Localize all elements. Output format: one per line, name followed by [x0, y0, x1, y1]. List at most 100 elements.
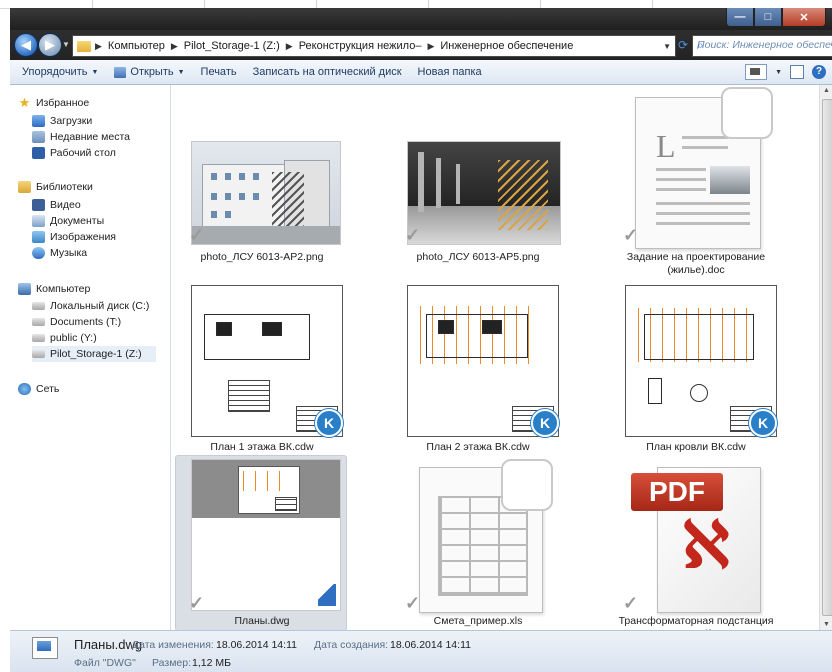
network-drive-icon [32, 334, 45, 342]
nav-label: Pilot_Storage-1 (Z:) [50, 348, 142, 360]
kompas-icon: K [749, 409, 777, 437]
nav-music[interactable]: Музыка [32, 245, 87, 261]
doc-fold-corner [721, 87, 773, 139]
acrobat-icon: ℵ [682, 509, 730, 581]
nav-favorites[interactable]: ★ Избранное [18, 95, 90, 111]
search-input[interactable]: Поиск: Инженерное обеспеч... ⌕ [692, 35, 832, 57]
new-folder-button[interactable]: Новая папка [410, 60, 490, 84]
nav-drive-z[interactable]: Pilot_Storage-1 (Z:) [32, 346, 156, 362]
size-value: 1,12 МБ [192, 657, 231, 669]
nav-recent[interactable]: Недавние места [32, 129, 130, 145]
window-controls: — □ ✕ [726, 8, 826, 27]
nav-label: Изображения [50, 231, 116, 243]
nav-label: Компьютер [36, 283, 91, 295]
dwg-file-icon [32, 637, 58, 659]
breadcrumb-current[interactable]: Инженерное обеспечение [440, 40, 573, 52]
recent-places-icon [32, 131, 45, 143]
explorer-window: — □ ✕ ◀ ▶ ▼ ▶ Компьютер ▶ Pilot_Storage-… [10, 8, 832, 672]
checkmark-icon[interactable]: ✓ [623, 225, 638, 246]
address-bar[interactable]: ▶ Компьютер ▶ Pilot_Storage-1 (Z:) ▶ Рек… [72, 35, 676, 57]
close-button[interactable]: ✕ [782, 8, 826, 27]
scroll-down-icon[interactable]: ▼ [823, 621, 830, 628]
breadcrumb-project[interactable]: Реконструкция нежило– [299, 40, 422, 52]
nav-label: public (Y:) [50, 332, 97, 344]
nav-images[interactable]: Изображения [32, 229, 116, 245]
file-name: Планы.dwg [234, 615, 290, 627]
organize-button[interactable]: Упорядочить ▼ [14, 60, 106, 84]
chevron-down-icon: ▼ [177, 68, 185, 76]
nav-drive-y[interactable]: public (Y:) [32, 330, 97, 346]
nav-label: Сеть [36, 383, 60, 395]
spreadsheet-grid [438, 496, 528, 596]
drive-icon [32, 302, 45, 310]
maximize-button[interactable]: □ [754, 8, 782, 27]
file-name: Смета_пример.xls [433, 615, 523, 627]
scroll-up-icon[interactable]: ▲ [823, 87, 830, 94]
help-icon[interactable]: ? [812, 65, 826, 79]
chevron-right-icon[interactable]: ▶ [95, 41, 102, 52]
exterior-stairs [272, 172, 304, 228]
nav-network[interactable]: Сеть [18, 381, 59, 397]
breadcrumb-computer[interactable]: Компьютер [108, 40, 165, 52]
nav-documents[interactable]: Документы [32, 213, 104, 229]
nav-video[interactable]: Видео [32, 197, 81, 213]
nav-drive-t[interactable]: Documents (T:) [32, 314, 121, 330]
roof-plan [644, 314, 754, 360]
change-view-button[interactable] [745, 64, 768, 80]
nav-drive-c[interactable]: Локальный диск (C:) [32, 298, 149, 314]
checkmark-icon[interactable]: ✓ [405, 593, 420, 614]
file-name: photo_ЛСУ 6013-АР2.png [200, 251, 324, 263]
address-dropdown-icon[interactable]: ▼ [663, 42, 671, 51]
image-thumbnail [191, 141, 341, 245]
minimize-button[interactable]: — [726, 8, 754, 27]
nav-computer[interactable]: Компьютер [18, 281, 90, 297]
back-button[interactable]: ◀ [14, 33, 38, 57]
checkmark-icon[interactable]: ✓ [623, 593, 638, 614]
bg-gridline [316, 0, 317, 8]
video-icon [32, 199, 45, 211]
breadcrumb-drive[interactable]: Pilot_Storage-1 (Z:) [184, 40, 280, 52]
file-name: План 2 этажа ВК.cdw [426, 441, 530, 453]
bg-gridline [652, 0, 653, 8]
open-app-icon [114, 66, 127, 78]
chevron-right-icon[interactable]: ▶ [427, 41, 434, 52]
vertical-scrollbar[interactable]: ▲ ▼ [819, 85, 832, 630]
nav-label: Видео [50, 199, 81, 211]
file-name: План 1 этажа ВК.cdw [210, 441, 314, 453]
floor-plan [204, 314, 310, 360]
open-label: Открыть [130, 66, 174, 78]
checkmark-icon[interactable]: ✓ [189, 593, 204, 614]
detail-circle [690, 384, 708, 402]
checkmark-icon[interactable]: ✓ [189, 225, 204, 246]
burn-disc-button[interactable]: Записать на оптический диск [245, 60, 410, 84]
kompas-icon: K [315, 409, 343, 437]
chevron-down-icon: ▼ [91, 68, 99, 76]
created-value: 18.06.2014 14:11 [390, 639, 471, 651]
forward-button[interactable]: ▶ [38, 33, 62, 57]
recent-pages-dropdown[interactable]: ▼ [62, 40, 70, 49]
chevron-right-icon[interactable]: ▶ [286, 41, 293, 52]
file-type: Файл "DWG" [74, 657, 136, 669]
preview-pane-button[interactable] [790, 65, 804, 79]
music-icon [32, 247, 45, 259]
nav-downloads[interactable]: Загрузки [32, 113, 92, 129]
print-button[interactable]: Печать [193, 60, 245, 84]
open-button[interactable]: Открыть ▼ [106, 60, 192, 84]
checkmark-icon[interactable]: ✓ [405, 225, 420, 246]
chevron-down-icon[interactable]: ▼ [775, 69, 782, 76]
pdf-badge: PDF [631, 473, 723, 511]
nav-label: Рабочий стол [50, 147, 116, 159]
chevron-right-icon[interactable]: ▶ [171, 41, 178, 52]
folder-icon [77, 40, 91, 52]
nav-label: Недавние места [50, 131, 130, 143]
refresh-icon[interactable]: ⟳ [678, 38, 688, 52]
view-controls: ▼ ? [745, 64, 826, 80]
file-list: ✓ photo_ЛСУ 6013-АР2.png ✓ photo_ЛСУ 601… [171, 85, 819, 640]
nav-desktop[interactable]: Рабочий стол [32, 145, 116, 161]
images-icon [32, 231, 45, 243]
scroll-thumb[interactable] [822, 99, 832, 616]
nav-libraries[interactable]: Библиотеки [18, 179, 93, 195]
details-pane: Планы.dwg Дата изменения: 18.06.2014 14:… [10, 630, 832, 672]
search-icon[interactable]: ⌕ [697, 38, 831, 53]
title-bar[interactable]: — □ ✕ [10, 8, 832, 30]
